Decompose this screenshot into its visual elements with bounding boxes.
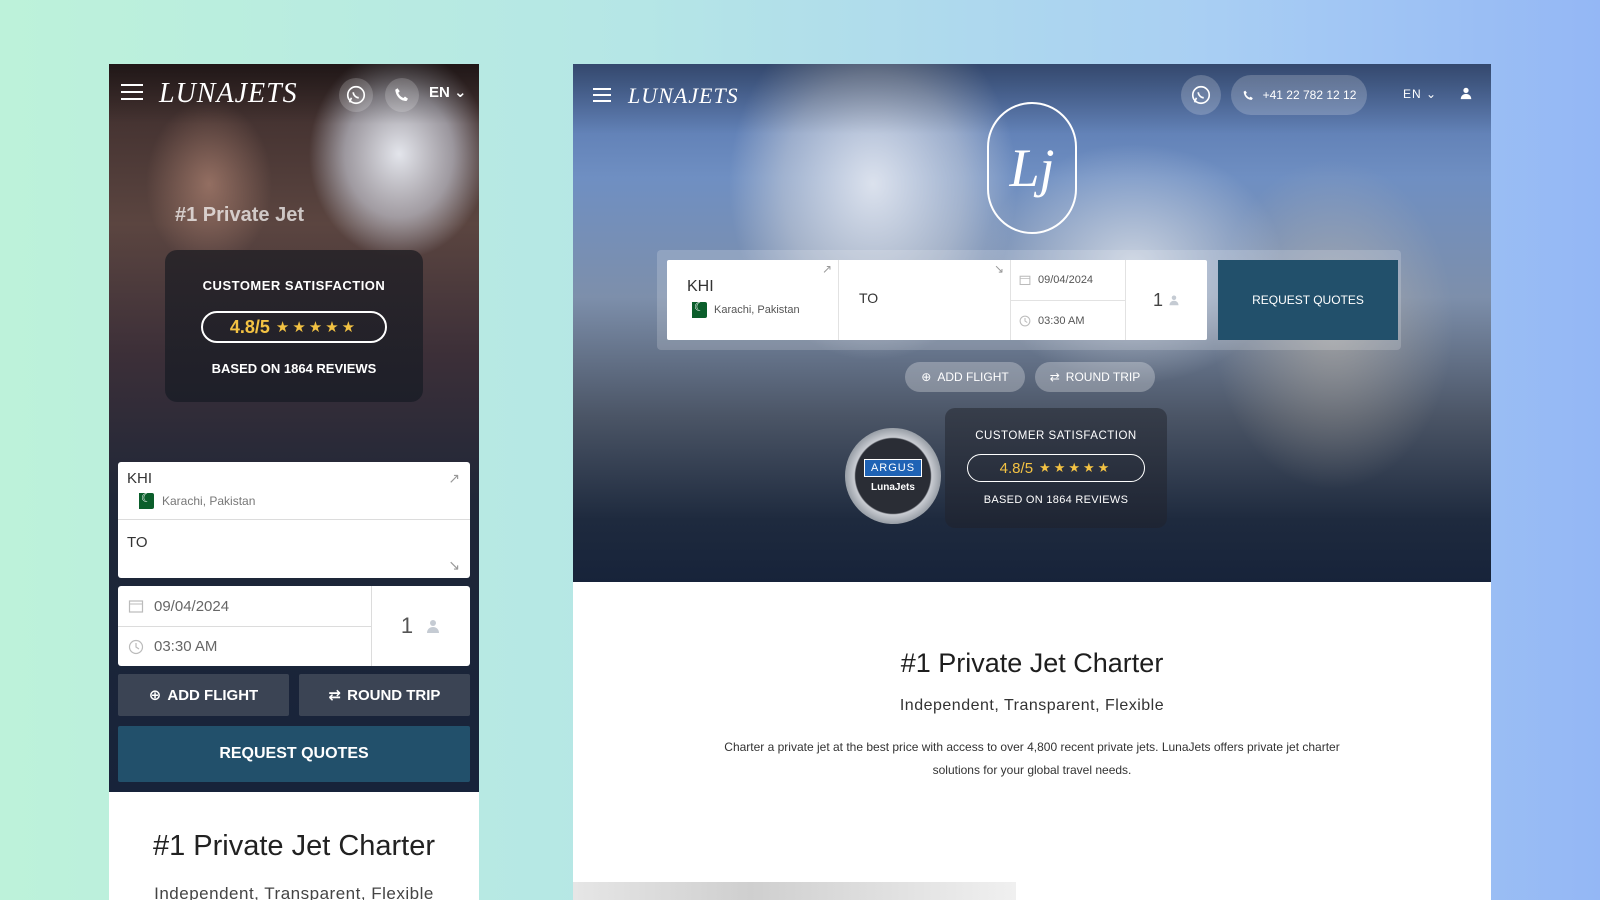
plus-circle-icon: ⊕ [148,687,162,704]
reviews-count: BASED ON 1864 REVIEWS [983,494,1129,506]
language-label: EN [1403,87,1422,101]
passenger-field[interactable]: 1 [372,586,470,666]
reviews-count: BASED ON 1864 REVIEWS [211,361,377,376]
plus-circle-icon: ⊕ [921,370,932,384]
phone-icon[interactable] [385,78,419,112]
badge-label: ARGUS [863,459,923,477]
clock-icon [1019,315,1031,326]
clock-icon [128,639,144,654]
date-time-fields: 09/04/2024 03:30 AM 1 [118,586,470,666]
desktop-preview: LUNAJETS +41 22 782 12 12 EN ⌄ Lj KHI Ka… [573,64,1491,900]
hamburger-icon[interactable] [593,88,611,102]
whatsapp-icon[interactable] [1181,75,1221,115]
page-title: #1 Private Jet Charter [900,648,1164,678]
from-code: KHI [687,278,714,295]
argus-certified-badge: ARGUS LunaJets [845,428,941,524]
mobile-header: LUNAJETS EN ⌄ [109,64,479,120]
from-field[interactable]: KHI Karachi, Pakistan ↗ [667,260,839,340]
passenger-field[interactable]: 1 [1126,260,1207,340]
content-image [573,882,1016,900]
to-label: TO [127,534,148,551]
phone-number: +41 22 782 12 12 [1262,88,1357,102]
star-rating-icon: ★★★★★ [1039,460,1113,475]
search-form: KHI Karachi, Pakistan ↗ TO ↘ 09/04/2024 … [667,260,1207,340]
satisfaction-title: CUSTOMER SATISFACTION [202,278,386,293]
passenger-icon [1169,295,1179,306]
arrow-down-right-icon: ↘ [993,262,1004,276]
user-icon[interactable] [1459,86,1473,105]
badge-name: LunaJets [871,482,915,493]
satisfaction-title: CUSTOMER SATISFACTION [975,430,1137,442]
passenger-icon [427,620,440,633]
request-quotes-button[interactable]: REQUEST QUOTES [1218,260,1398,340]
chevron-down-icon: ⌄ [449,84,467,101]
round-trip-button[interactable]: ⇄ ROUND TRIP [1035,362,1155,392]
intro-paragraph: Charter a private jet at the best price … [724,740,1340,777]
from-code: KHI [127,470,153,487]
page-title: #1 Private Jet Charter [152,830,436,862]
time-field[interactable]: 03:30 AM [118,626,371,666]
passenger-count: 1 [400,613,414,638]
page-subtitle: Independent, Transparent, Flexible [154,884,434,900]
calendar-icon [1019,275,1031,286]
arrow-up-right-icon: ↗ [821,262,832,276]
date-field[interactable]: 09/04/2024 [118,586,371,626]
route-fields: KHI Karachi, Pakistan ↗ TO ↘ [118,462,470,578]
from-city: Karachi, Pakistan [127,491,461,509]
satisfaction-card: CUSTOMER SATISFACTION 4.8/5 ★★★★★ BASED … [165,250,423,402]
from-field[interactable]: KHI Karachi, Pakistan ↗ [118,462,470,520]
to-field[interactable]: TO ↘ [118,520,470,578]
swap-icon: ⇄ [328,687,342,704]
pakistan-flag-icon [134,491,154,509]
chevron-down-icon: ⌄ [1421,87,1438,101]
arrow-down-right-icon: ↘ [448,557,460,573]
to-label: TO [859,290,879,306]
logo[interactable]: LUNAJETS [159,78,298,110]
language-selector[interactable]: EN ⌄ [429,83,467,101]
add-flight-button[interactable]: ⊕ ADD FLIGHT [905,362,1025,392]
desktop-header: LUNAJETS +41 22 782 12 12 EN ⌄ [573,64,1491,126]
time-field[interactable]: 03:30 AM [1011,300,1125,340]
pakistan-flag-icon [687,300,707,318]
rating-pill: 4.8/5 ★★★★★ [967,454,1145,482]
calendar-icon [128,600,144,613]
rating-score: 4.8/5 [999,459,1034,477]
rating-score: 4.8/5 [229,316,270,337]
mobile-preview: LUNAJETS EN ⌄ #1 Private Jet CUSTOMER SA… [109,64,479,900]
arrow-up-right-icon: ↗ [448,470,460,486]
phone-button[interactable]: +41 22 782 12 12 [1231,75,1367,115]
language-selector[interactable]: EN ⌄ [1403,87,1437,101]
date-field[interactable]: 09/04/2024 [1011,260,1125,300]
star-rating-icon: ★★★★★ [275,319,359,336]
hamburger-icon[interactable] [121,84,143,100]
satisfaction-card: CUSTOMER SATISFACTION 4.8/5 ★★★★★ BASED … [945,408,1167,528]
phone-icon [1243,90,1253,100]
whatsapp-icon[interactable] [339,78,373,112]
round-trip-button[interactable]: ⇄ ROUND TRIP [299,674,470,716]
swap-icon: ⇄ [1049,370,1060,384]
request-quotes-button[interactable]: REQUEST QUOTES [118,726,470,782]
add-flight-button[interactable]: ⊕ ADD FLIGHT [118,674,289,716]
language-label: EN [429,84,450,101]
passenger-count: 1 [1152,289,1163,310]
rating-pill: 4.8/5 ★★★★★ [201,311,387,343]
to-field[interactable]: TO ↘ [839,260,1011,340]
logo[interactable]: LUNAJETS [628,83,739,109]
from-city: Karachi, Pakistan [687,300,818,318]
page-subtitle: Independent, Transparent, Flexible [899,697,1165,714]
hero-headline: #1 Private Jet [175,204,304,226]
